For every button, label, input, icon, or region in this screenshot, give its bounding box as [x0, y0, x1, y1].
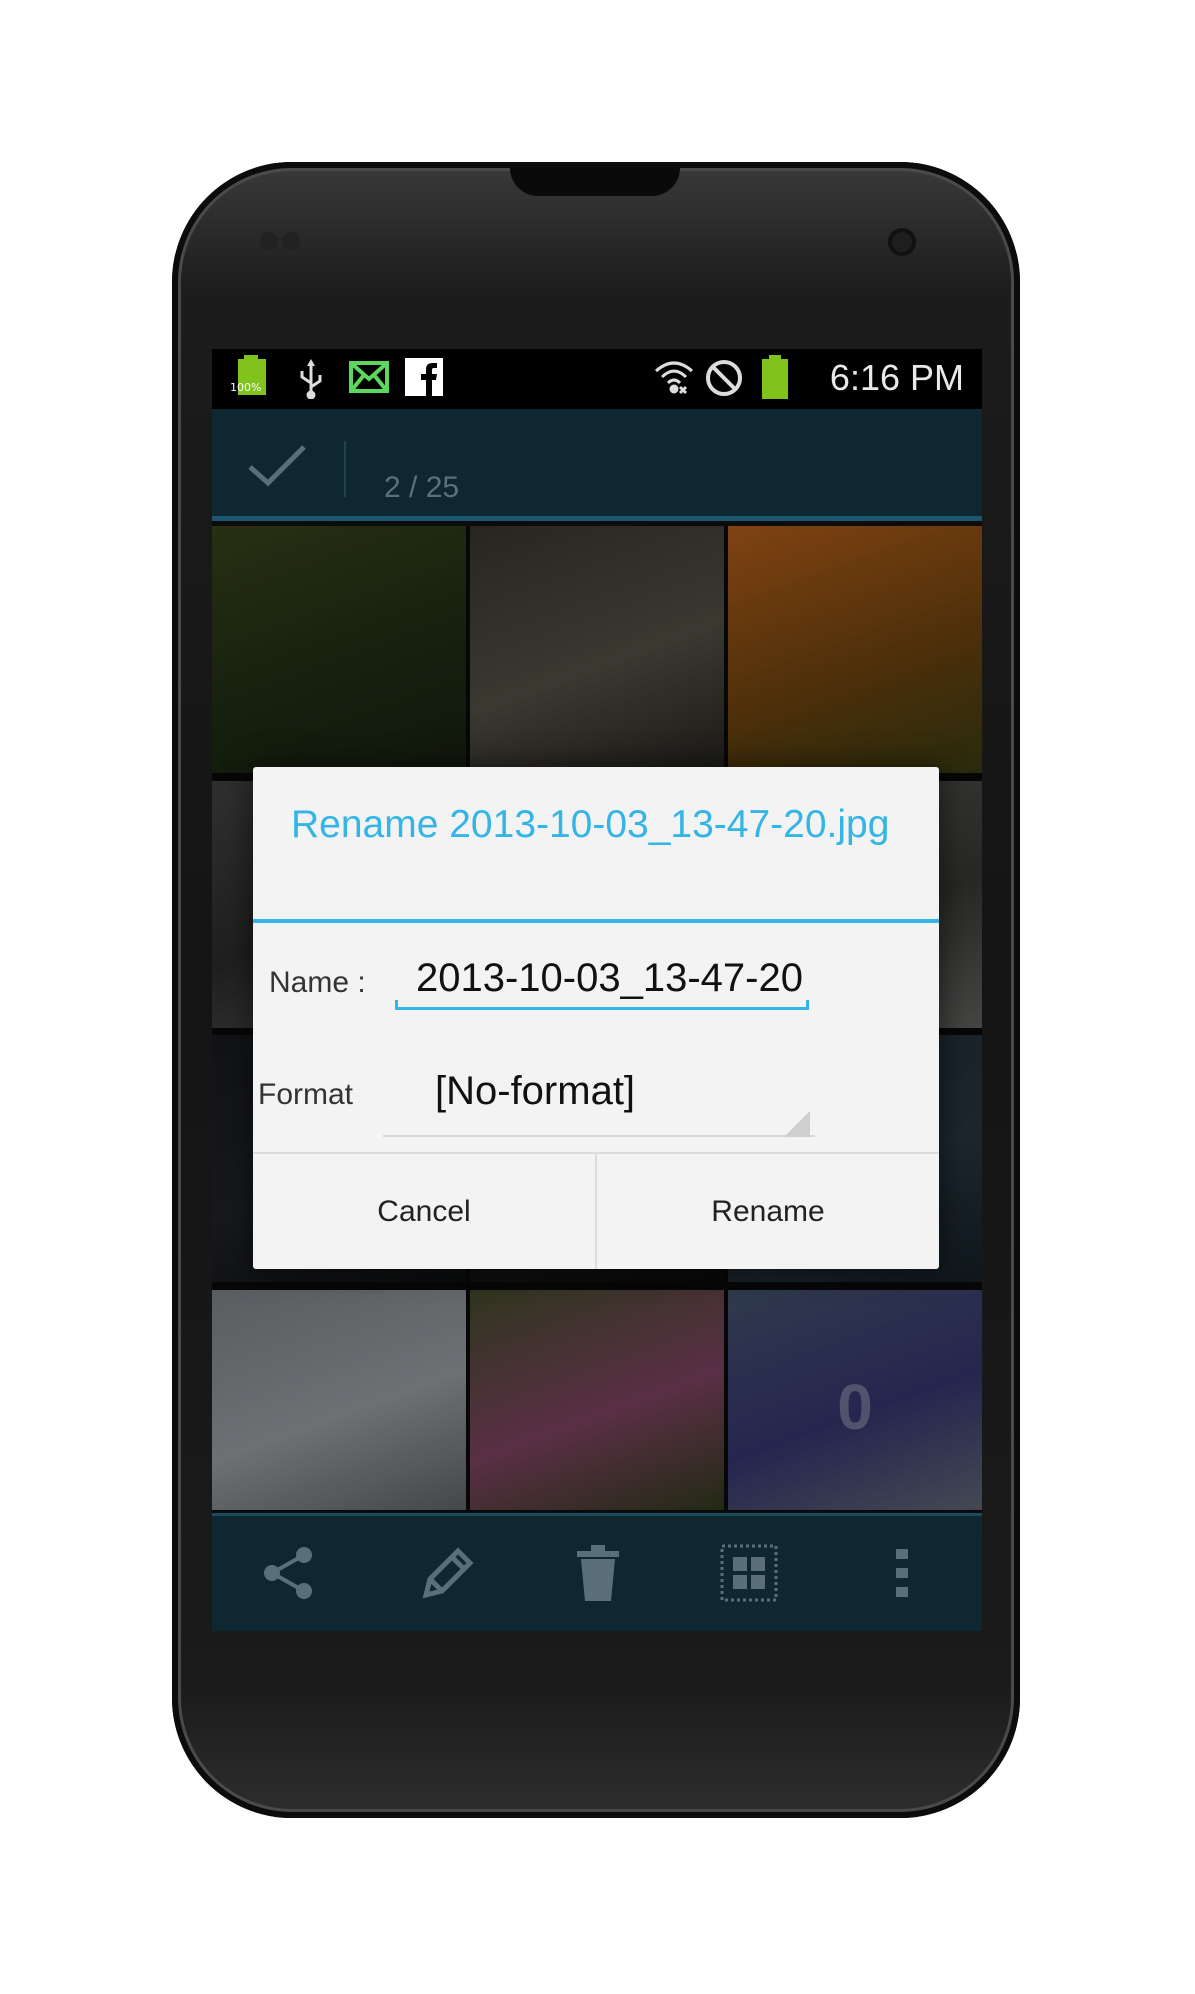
dropdown-arrow-icon	[784, 1111, 810, 1141]
status-bar: 100% 6:16 PM	[212, 349, 982, 409]
dialog-title-divider	[253, 919, 939, 923]
name-field[interactable]	[394, 949, 806, 1007]
wifi-icon	[652, 357, 696, 401]
overflow-menu-icon[interactable]	[862, 1538, 942, 1608]
photo-thumbnail[interactable]: 0	[728, 1289, 982, 1510]
name-field-underline	[395, 1000, 809, 1010]
format-label: Format	[258, 1078, 354, 1111]
action-bar-divider	[344, 441, 346, 497]
dialog-title: Rename 2013-10-03_13-47-20.jpg	[291, 803, 890, 846]
battery-icon	[234, 355, 270, 403]
clock: 6:16 PM	[829, 357, 964, 398]
format-dropdown-underline	[383, 1135, 815, 1137]
battery-level-label: 100%	[230, 381, 262, 394]
photo-thumbnail[interactable]	[470, 526, 724, 773]
photo-thumbnail[interactable]	[470, 1289, 724, 1510]
selection-counter: 2 / 25	[384, 471, 460, 504]
phone-sensors	[260, 232, 310, 252]
edit-icon[interactable]	[408, 1538, 488, 1608]
phone-earpiece	[510, 168, 680, 196]
usb-icon	[296, 359, 326, 403]
name-label: Name :	[269, 966, 366, 999]
selection-count-badge: 0	[837, 1370, 873, 1443]
no-signal-icon	[704, 358, 744, 402]
share-icon[interactable]	[248, 1538, 328, 1608]
photo-thumbnail[interactable]	[728, 526, 982, 773]
battery-icon	[760, 355, 790, 405]
select-all-icon[interactable]	[709, 1538, 789, 1608]
delete-icon[interactable]	[558, 1538, 638, 1608]
format-dropdown[interactable]: [No-format]	[381, 1063, 794, 1123]
mail-icon	[348, 359, 390, 399]
facebook-icon	[405, 358, 443, 400]
photo-thumbnail[interactable]	[212, 526, 466, 773]
action-bar: 2 / 25	[212, 409, 982, 521]
photo-thumbnail[interactable]	[212, 1289, 466, 1510]
bottom-toolbar	[212, 1513, 982, 1631]
check-icon[interactable]	[246, 441, 308, 493]
cancel-button[interactable]: Cancel	[253, 1154, 595, 1269]
rename-button[interactable]: Rename	[597, 1154, 939, 1269]
front-camera	[888, 228, 916, 256]
rename-dialog: Rename 2013-10-03_13-47-20.jpg Name : Fo…	[253, 767, 939, 1269]
